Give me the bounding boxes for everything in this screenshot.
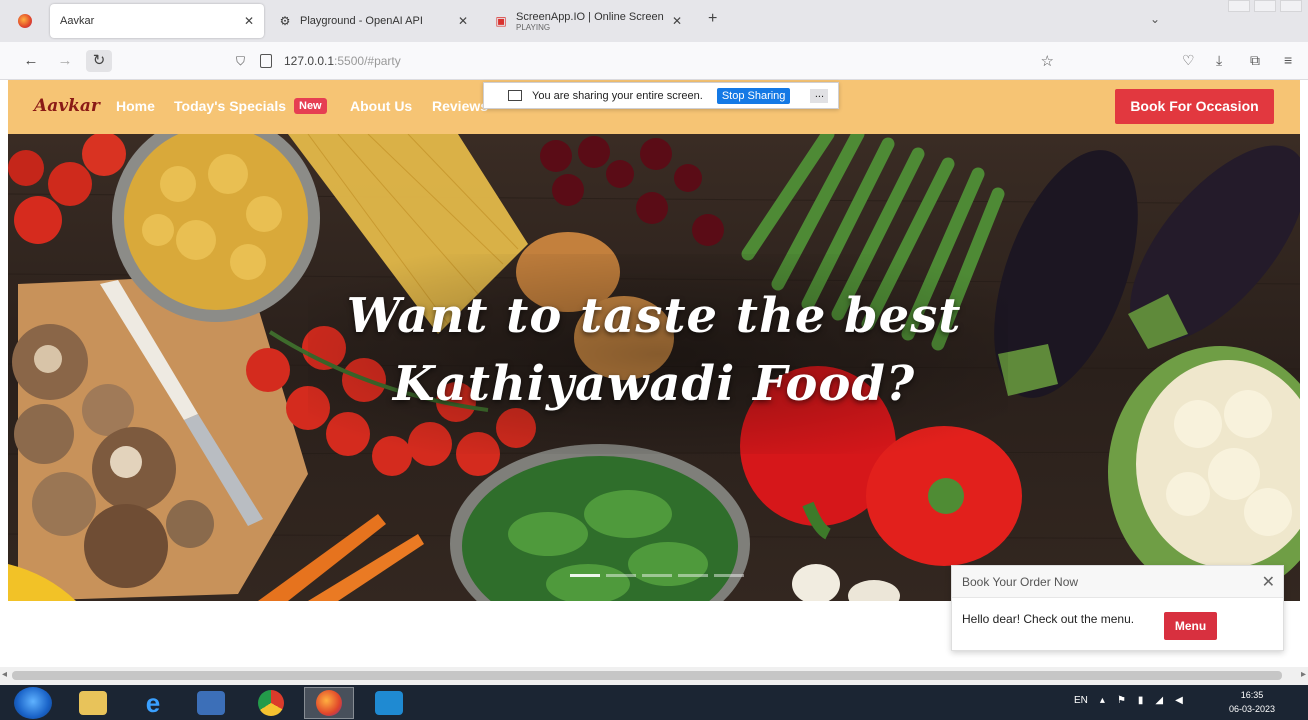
screen: Aavkar ✕ ⚙ Playground - OpenAI API ✕ ▣ S…	[0, 0, 1308, 720]
horizontal-scrollbar[interactable]: ◂ ▸	[0, 667, 1308, 685]
firefox-icon	[18, 14, 32, 28]
volume-icon[interactable]: ◀	[1175, 695, 1183, 706]
reload-icon[interactable]: ↻	[86, 50, 112, 72]
new-tab-button[interactable]: +	[708, 10, 717, 28]
close-icon[interactable]: ✕	[1262, 572, 1275, 592]
page-info-icon[interactable]	[260, 54, 272, 68]
close-icon[interactable]: ✕	[672, 14, 682, 28]
screen-share-icon	[508, 90, 522, 101]
nav-home[interactable]: Home	[116, 98, 155, 114]
folder-icon	[79, 691, 107, 715]
forward-arrow-icon[interactable]: →	[52, 50, 78, 72]
toast-title: Book Your Order Now	[962, 574, 1079, 589]
close-window-button[interactable]	[1280, 0, 1302, 12]
address-bar[interactable]: ⛉ 127.0.0.1 :5500/#party ☆	[236, 50, 1066, 72]
toast-message: Hello dear! Check out the menu.	[962, 612, 1135, 626]
tab-screenapp[interactable]: ▣ ScreenApp.IO | Online Screen R... PLAY…	[484, 4, 692, 38]
taskbar-media-player[interactable]	[186, 687, 236, 719]
browser-nav-bar: ← → ↻ ⛉ 127.0.0.1 :5500/#party ☆ ♡ ⤓ ⧉ ≡	[0, 42, 1308, 80]
maximize-button[interactable]	[1254, 0, 1276, 12]
show-hidden-icons-icon[interactable]: ▴	[1100, 695, 1105, 706]
language-indicator[interactable]: EN	[1074, 695, 1088, 706]
firefox-view-button[interactable]	[10, 8, 40, 34]
sharing-text: You are sharing your entire screen.	[532, 89, 703, 102]
back-arrow-icon[interactable]: ←	[18, 50, 44, 72]
book-for-occasion-button[interactable]: Book For Occasion	[1115, 89, 1274, 124]
close-icon[interactable]: ✕	[244, 14, 254, 28]
menu-hamburger-icon[interactable]: ≡	[1284, 52, 1292, 68]
windows-taskbar: e EN ▴ ⚑ ▮ ◢ ◀ 16:35 06-03-2023	[0, 685, 1308, 720]
chrome-icon	[258, 690, 284, 716]
tab-playing-label: PLAYING	[516, 22, 551, 32]
firefox-icon	[316, 690, 342, 716]
taskbar-file-explorer[interactable]	[68, 687, 118, 719]
minimize-button[interactable]	[1228, 0, 1250, 12]
carousel-indicator[interactable]	[570, 574, 600, 577]
system-tray: EN ▴ ⚑ ▮ ◢ ◀	[1074, 695, 1183, 706]
extensions-icon[interactable]: ⧉	[1250, 52, 1260, 69]
carousel-indicator[interactable]	[678, 574, 708, 577]
hide-notice-button[interactable]: ...	[810, 88, 829, 103]
window-controls	[1222, 0, 1302, 16]
screen-sharing-notice: You are sharing your entire screen. Stop…	[483, 82, 839, 109]
new-badge: New	[294, 98, 327, 114]
tab-title-block: ScreenApp.IO | Online Screen R... PLAYIN…	[516, 11, 666, 32]
browser-tab-bar: Aavkar ✕ ⚙ Playground - OpenAI API ✕ ▣ S…	[0, 0, 1308, 42]
taskbar-chrome[interactable]	[246, 687, 296, 719]
tab-openai-playground[interactable]: ⚙ Playground - OpenAI API ✕	[268, 4, 478, 38]
list-all-tabs-chevron-icon[interactable]: ⌄	[1150, 12, 1160, 26]
hero-carousel: Want to taste the best Kathiyawadi Food?	[8, 134, 1300, 601]
scroll-left-arrow-icon[interactable]: ◂	[2, 669, 7, 680]
tab-title: Playground - OpenAI API	[300, 15, 423, 27]
taskbar-firefox[interactable]	[304, 687, 354, 719]
system-clock[interactable]: 16:35 06-03-2023	[1222, 688, 1282, 716]
carousel-indicators	[570, 574, 744, 577]
tab-aavkar[interactable]: Aavkar ✕	[50, 4, 264, 38]
download-icon[interactable]: ⤓	[1216, 52, 1222, 69]
internet-explorer-icon: e	[145, 688, 161, 718]
tracking-shield-icon[interactable]: ⛉	[236, 54, 250, 69]
carousel-indicator[interactable]	[606, 574, 636, 577]
hero-heading-line-1: Want to taste the best	[346, 288, 962, 344]
vscode-icon	[375, 691, 403, 715]
flag-icon[interactable]: ⚑	[1117, 695, 1126, 706]
carousel-indicator[interactable]	[714, 574, 744, 577]
close-icon[interactable]: ✕	[458, 14, 468, 28]
windows-start-button[interactable]	[14, 687, 52, 719]
stop-sharing-button[interactable]: Stop Sharing	[716, 87, 791, 104]
url-host: 127.0.0.1	[284, 54, 335, 68]
carousel-indicator[interactable]	[642, 574, 672, 577]
toast-header: Book Your Order Now ✕	[952, 566, 1283, 598]
bookmark-star-icon[interactable]: ☆	[1041, 52, 1054, 70]
tab-title: Aavkar	[60, 15, 95, 27]
hero-heading: Want to taste the best Kathiyawadi Food?	[8, 282, 1300, 418]
clock-date: 06-03-2023	[1228, 704, 1276, 714]
network-icon[interactable]: ◢	[1155, 695, 1163, 706]
taskbar-internet-explorer[interactable]: e	[128, 687, 178, 719]
order-toast: Book Your Order Now ✕ Hello dear! Check …	[951, 565, 1284, 651]
site-logo[interactable]: Aavkar	[34, 96, 100, 116]
tab-title: ScreenApp.IO | Online Screen R...	[516, 10, 666, 23]
scrollbar-thumb[interactable]	[12, 671, 1282, 680]
hero-heading-line-2: Kathiyawadi Food?	[392, 356, 916, 412]
url-path: :5500/#party	[334, 54, 401, 68]
taskbar-vscode[interactable]	[364, 687, 414, 719]
nav-about-us[interactable]: About Us	[350, 98, 412, 114]
screenapp-icon: ▣	[495, 14, 507, 28]
menu-button[interactable]: Menu	[1164, 612, 1217, 640]
clock-time: 16:35	[1240, 690, 1264, 700]
openai-icon: ⚙	[279, 14, 291, 28]
battery-icon[interactable]: ▮	[1138, 695, 1144, 706]
nav-todays-specials[interactable]: Today's Specials	[174, 98, 286, 114]
media-player-icon	[197, 691, 225, 715]
pocket-icon[interactable]: ♡	[1182, 52, 1195, 69]
scroll-right-arrow-icon[interactable]: ▸	[1301, 669, 1306, 680]
nav-reviews[interactable]: Reviews	[432, 98, 488, 114]
